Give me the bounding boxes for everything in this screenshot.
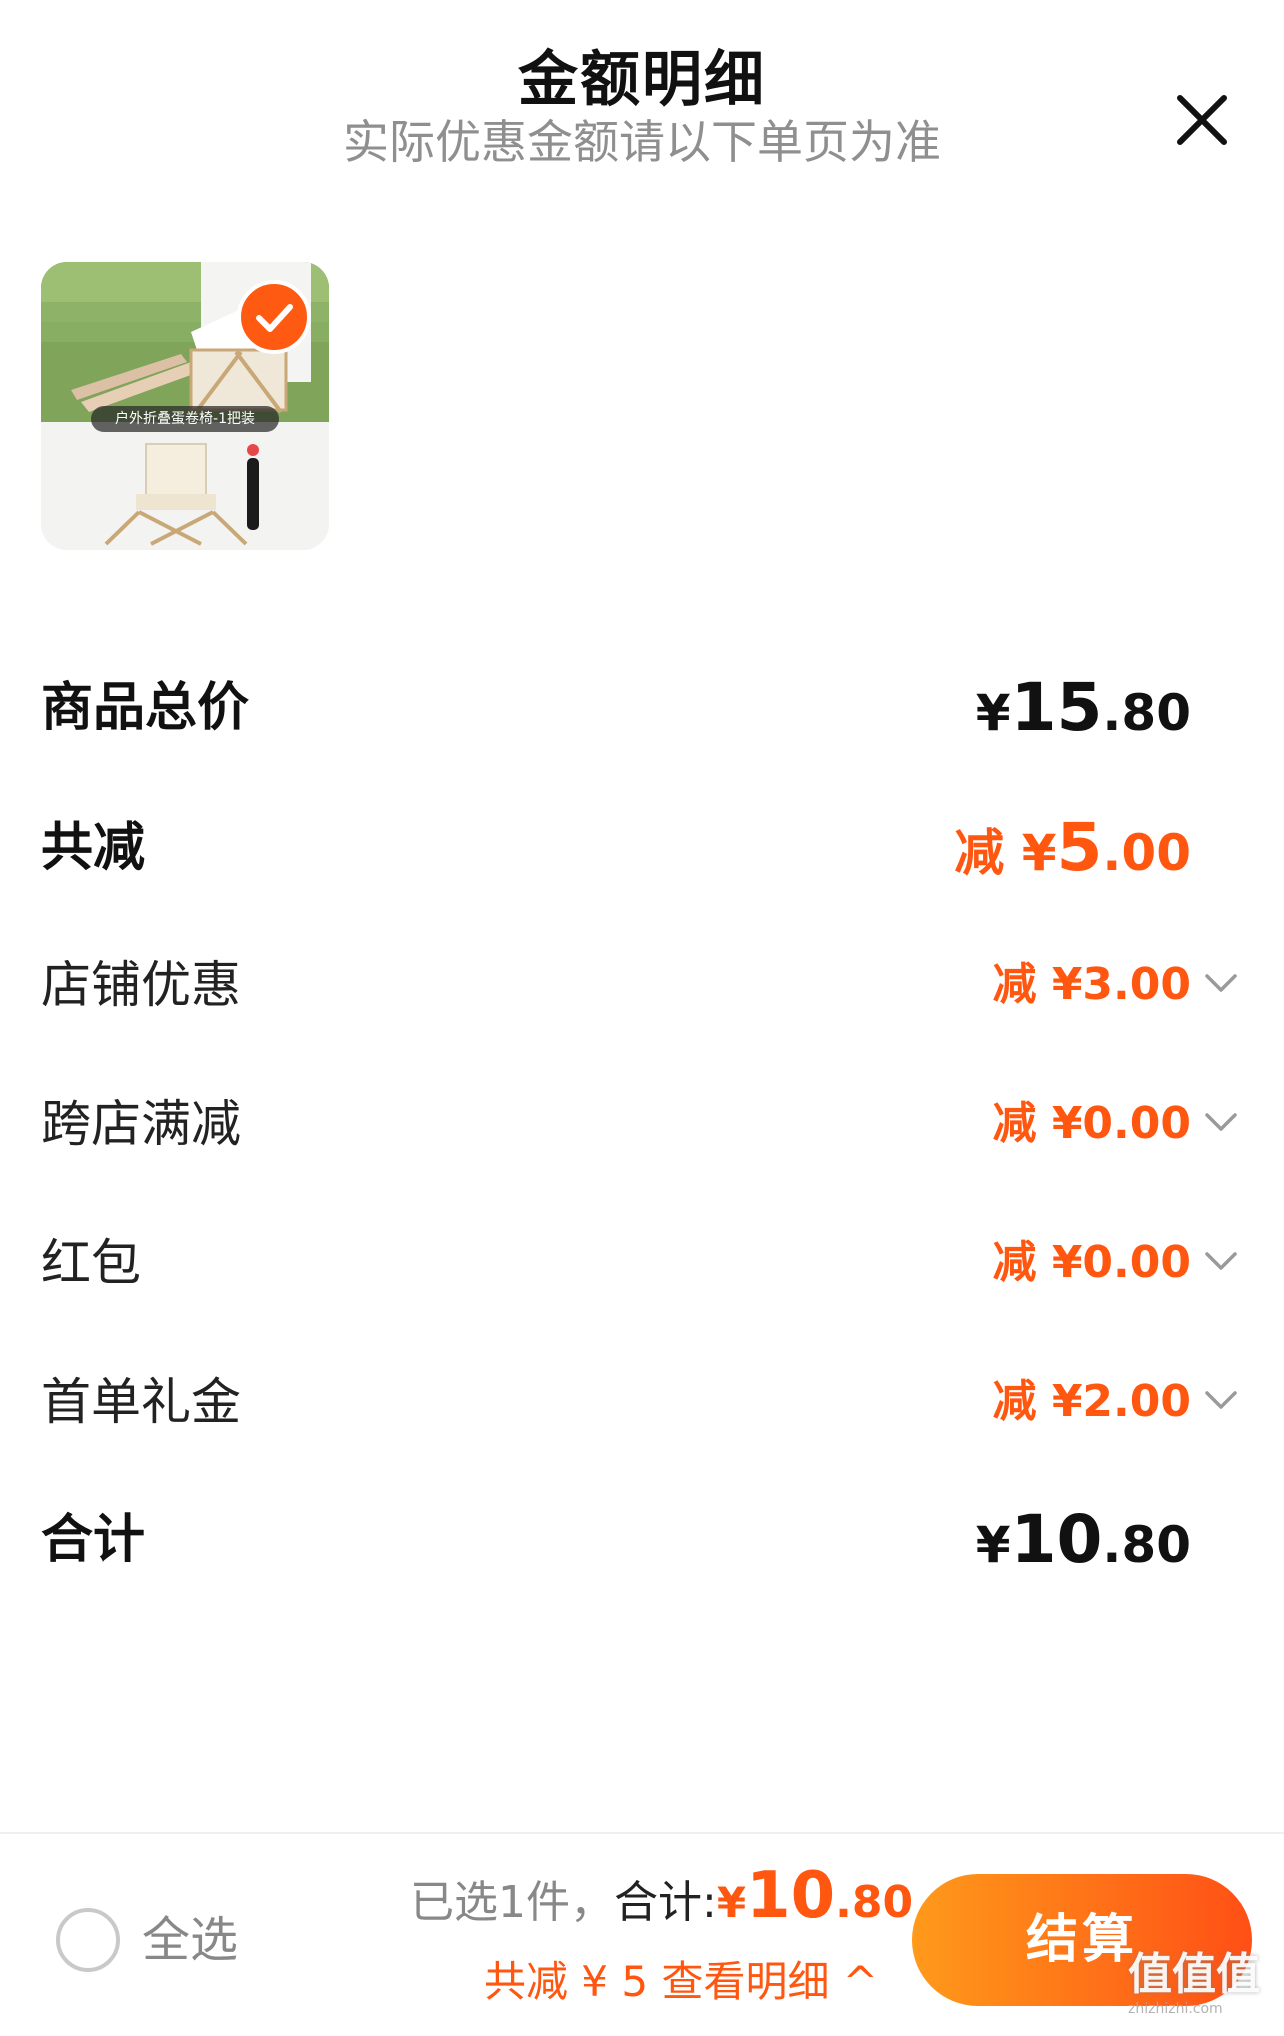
select-all-radio[interactable] (56, 1908, 120, 1972)
total-discount-prefix: 减 ¥ (954, 824, 1057, 882)
total-dec: .80 (1102, 1516, 1191, 1574)
watermark-text: 值值值 (1128, 1949, 1260, 2000)
discount-amount: 减 ¥0.00 (992, 1237, 1192, 1288)
footer-price-symbol: ¥ (716, 1878, 747, 1927)
order-summary: 已选1件，合计:¥10.80 (410, 1860, 913, 1948)
discount-row-cross-store[interactable]: 跨店满减 减 ¥0.00 (41, 1084, 1241, 1164)
total-amount: ¥10.80 (976, 1500, 1191, 1597)
expand-button[interactable] (1201, 963, 1241, 1003)
total-discount-label: 共减 (41, 818, 146, 878)
total-discount-dec: .00 (1102, 824, 1191, 882)
subtotal-symbol: ¥ (975, 684, 1011, 742)
subtotal-dec: .80 (1102, 684, 1191, 742)
total-label: 合计: (614, 1877, 717, 1928)
chevron-down-icon (1205, 1113, 1237, 1131)
expand-button[interactable] (1201, 1380, 1241, 1420)
view-details-link[interactable]: 共减 ¥ 5 查看明细 ^ (458, 1952, 878, 2012)
discount-label: 红包 (41, 1234, 141, 1292)
select-all-label[interactable]: 全选 (142, 1902, 238, 1978)
discount-row-red-packet[interactable]: 红包 减 ¥0.00 (41, 1223, 1241, 1303)
total-discount-amount: 减 ¥5.00 (954, 808, 1191, 905)
subtotal-row: 商品总价 ¥15.80 (41, 668, 1241, 748)
watermark-url: zhizhizhi.com (1128, 2001, 1223, 2017)
checkout-bar: 全选 已选1件，合计:¥10.80 共减 ¥ 5 查看明细 ^ 结算 (0, 1834, 1284, 2036)
close-button[interactable] (1170, 88, 1234, 152)
chevron-down-icon (1205, 974, 1237, 992)
total-int: 10 (1010, 1501, 1103, 1578)
discount-row-first-order[interactable]: 首单礼金 减 ¥2.00 (41, 1362, 1241, 1442)
footer-price-dec: .80 (835, 1877, 914, 1928)
watermark: 值值值 zhizhizhi.com (1128, 1950, 1278, 2020)
discount-row-store[interactable]: 店铺优惠 减 ¥3.00 (41, 945, 1241, 1025)
total-discount-row: 共减 减 ¥5.00 (41, 808, 1241, 888)
expand-button[interactable] (1201, 1102, 1241, 1142)
subtotal-amount: ¥15.80 (976, 668, 1191, 765)
expand-button[interactable] (1201, 1241, 1241, 1281)
product-thumbnail[interactable]: 户外折叠蛋卷椅-1把装 (41, 262, 329, 550)
subtotal-label: 商品总价 (41, 678, 250, 738)
footer-price: ¥10.80 (717, 1860, 913, 1932)
discount-label: 首单礼金 (41, 1373, 241, 1431)
total-discount-int: 5 (1056, 809, 1103, 886)
total-row: 合计 ¥10.80 (41, 1500, 1241, 1580)
page-subtitle: 实际优惠金额请以下单页为准 (343, 115, 941, 169)
close-icon (1177, 95, 1227, 145)
discount-amount: 减 ¥3.00 (992, 959, 1192, 1010)
chevron-down-icon (1205, 1252, 1237, 1270)
product-caption: 户外折叠蛋卷椅-1把装 (91, 406, 279, 432)
discount-amount: 减 ¥2.00 (992, 1376, 1192, 1427)
discount-amount: 减 ¥0.00 (992, 1098, 1192, 1149)
checkmark-icon (256, 304, 293, 332)
total-symbol: ¥ (975, 1516, 1011, 1574)
discount-label: 店铺优惠 (41, 956, 241, 1014)
selected-count: 已选1件， (410, 1877, 614, 1928)
chevron-down-icon (1205, 1391, 1237, 1409)
discount-label: 跨店满减 (41, 1095, 241, 1153)
footer-price-int: 10 (746, 1859, 836, 1933)
subtotal-int: 15 (1010, 669, 1103, 746)
total-label: 合计 (41, 1510, 146, 1570)
product-select-checkbox[interactable] (237, 280, 311, 354)
